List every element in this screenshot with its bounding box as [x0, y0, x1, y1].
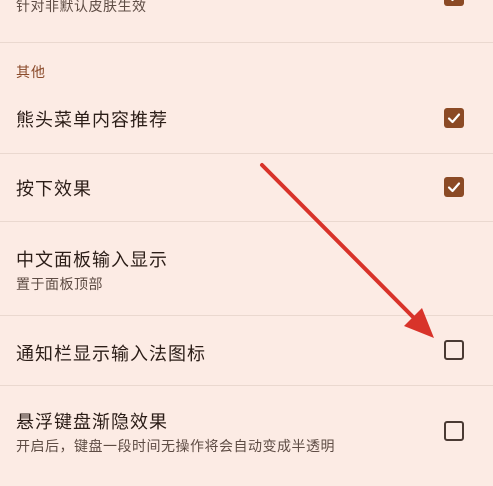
- checkbox-notification-icon[interactable]: [444, 340, 464, 360]
- check-icon: [450, 0, 454, 2]
- section-header: 其他: [16, 65, 46, 81]
- setting-row-skin-effect[interactable]: 针对非默认皮肤生效: [0, 0, 493, 26]
- setting-title: 熊头菜单内容推荐: [16, 110, 168, 131]
- checkbox-floating-fade[interactable]: [444, 421, 464, 441]
- settings-page: 针对非默认皮肤生效 其他 熊头菜单内容推荐 按下效果 中文面板输入显示 置于面板…: [0, 0, 493, 486]
- setting-title: 悬浮键盘渐隐效果: [16, 412, 168, 433]
- setting-row-chinese-panel[interactable]: 中文面板输入显示 置于面板顶部: [0, 222, 493, 314]
- setting-subtitle: 置于面板顶部: [16, 277, 103, 293]
- checkbox-bear-menu[interactable]: [444, 108, 464, 128]
- setting-row-press-effect[interactable]: 按下效果: [0, 154, 493, 220]
- setting-row-floating-fade[interactable]: 悬浮键盘渐隐效果 开启后，键盘一段时间无操作将会自动变成半透明: [0, 386, 493, 486]
- setting-title: 按下效果: [16, 179, 92, 200]
- checkbox-skin-effect[interactable]: [444, 0, 464, 6]
- setting-row-notification-icon[interactable]: 通知栏显示输入法图标: [0, 316, 493, 384]
- check-icon: [447, 182, 461, 193]
- setting-row-bear-menu[interactable]: 熊头菜单内容推荐: [0, 88, 493, 152]
- divider: [0, 42, 493, 43]
- setting-subtitle: 开启后，键盘一段时间无操作将会自动变成半透明: [16, 439, 335, 455]
- setting-title: 通知栏显示输入法图标: [16, 344, 206, 365]
- setting-title: 中文面板输入显示: [16, 250, 168, 271]
- checkbox-press-effect[interactable]: [444, 177, 464, 197]
- setting-subtitle: 针对非默认皮肤生效: [16, 0, 147, 15]
- check-icon: [447, 113, 461, 124]
